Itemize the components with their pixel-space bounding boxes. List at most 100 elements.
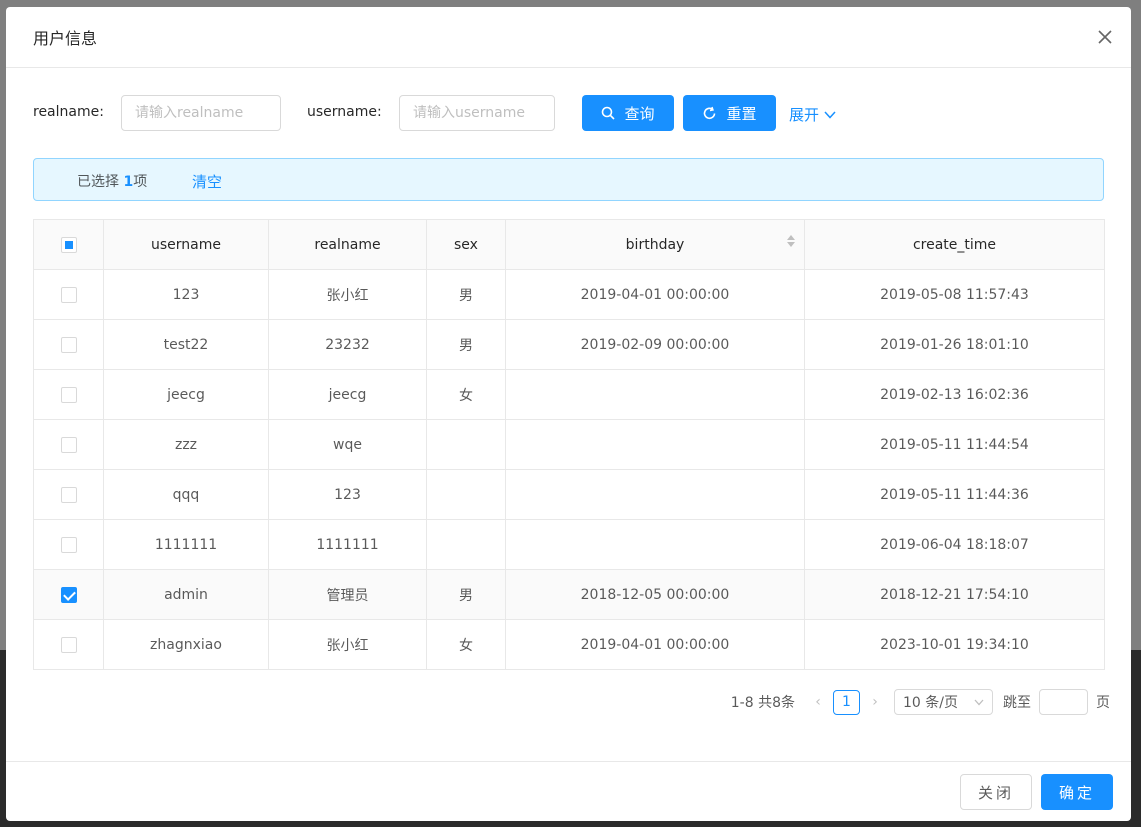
- table-row[interactable]: admin 管理员男 2018-12-05 00:00:00 2018-12-21 1…: [33, 569, 1105, 620]
- row-select-cell: [33, 619, 104, 670]
- realname-input[interactable]: [121, 95, 281, 131]
- reset-button[interactable]: 重置: [683, 95, 776, 131]
- search-form: realname: username: 查询 重置 展开: [33, 95, 1113, 131]
- modal-footer: 关闭 确定: [6, 761, 1131, 821]
- cell-birthday: 2019-04-01 00:00:00: [505, 619, 805, 670]
- cell-realname: 管理员: [268, 569, 427, 620]
- cell-birthday: 2019-04-01 00:00:00: [505, 269, 805, 320]
- cell-sex: [426, 519, 506, 570]
- row-select-cell: [33, 419, 104, 470]
- cell-realname: wqe: [268, 419, 427, 470]
- jump-page-input[interactable]: [1039, 689, 1088, 715]
- cell-create-time: 2019-05-11 11:44:36: [804, 469, 1105, 520]
- cell-create-time: 2018-12-21 17:54:10: [804, 569, 1105, 620]
- cell-birthday: [505, 419, 805, 470]
- user-info-modal: 用户信息 realname: username: 查询 重置 展开 已选择 1项…: [6, 7, 1131, 821]
- birthday-header-label: birthday: [625, 236, 685, 253]
- realname-label: realname:: [33, 104, 104, 120]
- table-row[interactable]: 123 张小红男 2019-04-01 00:00:00 2019-05-08 11:…: [33, 269, 1105, 320]
- row-checkbox[interactable]: [60, 536, 77, 553]
- sort-icon[interactable]: [787, 234, 795, 247]
- cell-realname: jeecg: [268, 369, 427, 420]
- cell-create-time: 2019-02-13 16:02:36: [804, 369, 1105, 420]
- row-checkbox[interactable]: [60, 286, 77, 303]
- table-row[interactable]: 1111111 1111111 2019-06-04 18:18:07: [33, 519, 1105, 570]
- cell-username: admin: [103, 569, 269, 620]
- cell-birthday: [505, 469, 805, 520]
- close-icon[interactable]: [1093, 25, 1117, 49]
- username-label: username:: [307, 104, 382, 120]
- row-select-cell: [33, 319, 104, 370]
- column-header-sex: sex: [426, 219, 506, 270]
- table-header-row: username realname sex birthday create_ti…: [33, 219, 1105, 270]
- cell-realname: 23232: [268, 319, 427, 370]
- table-row[interactable]: test22 23232 男 2019-02-09 00:00:00 2019-01-2…: [33, 319, 1105, 370]
- reload-icon: [704, 106, 716, 119]
- select-all-cell: [33, 219, 104, 270]
- row-checkbox[interactable]: [60, 486, 77, 503]
- cell-birthday: 2019-02-09 00:00:00: [505, 319, 805, 370]
- selection-alert: 已选择 1项 清空: [33, 158, 1104, 201]
- jump-label: 跳至: [1003, 695, 1031, 711]
- row-checkbox[interactable]: [60, 636, 77, 653]
- modal-header: 用户信息: [6, 7, 1131, 68]
- column-header-username: username: [103, 219, 269, 270]
- page-size-select[interactable]: 10 条/页: [894, 689, 993, 715]
- cell-username: qqq: [103, 469, 269, 520]
- row-select-cell: [33, 269, 104, 320]
- table-row[interactable]: qqq 123 2019-05-11 11:44:36: [33, 469, 1105, 520]
- row-select-cell: [33, 469, 104, 520]
- column-header-birthday[interactable]: birthday: [505, 219, 805, 270]
- chevron-down-icon: [824, 110, 836, 119]
- user-table: username realname sex birthday create_ti…: [33, 219, 1105, 670]
- close-button[interactable]: 关闭: [960, 774, 1032, 810]
- cell-birthday: 2018-12-05 00:00:00: [505, 569, 805, 620]
- page-suffix: 页: [1096, 695, 1110, 711]
- row-checkbox[interactable]: [60, 336, 77, 353]
- table-row[interactable]: jeecg jeecg 女 2019-02-13 16:02:36: [33, 369, 1105, 420]
- selection-count: 1: [123, 174, 134, 190]
- cell-sex: [426, 469, 506, 520]
- cell-create-time: 2019-05-11 11:44:54: [804, 419, 1105, 470]
- query-label: 查询: [624, 104, 655, 123]
- modal-title: 用户信息: [33, 29, 98, 48]
- cell-realname: 1111111: [268, 519, 427, 570]
- expand-link[interactable]: 展开: [789, 104, 836, 125]
- reset-label: 重置: [726, 104, 757, 123]
- cell-realname: 张小红: [268, 269, 427, 320]
- row-checkbox[interactable]: [60, 586, 77, 603]
- prev-page-icon[interactable]: ‹: [809, 694, 827, 710]
- row-select-cell: [33, 369, 104, 420]
- cell-sex: 男: [426, 569, 506, 620]
- table-row[interactable]: zzz wqe 2019-05-11 11:44:54: [33, 419, 1105, 470]
- pagination: 1-8 共8条 ‹ 1 › 10 条/页 跳至 页: [731, 689, 1110, 715]
- pagination-total: 1-8 共8条: [730, 695, 795, 711]
- selection-suffix: 项: [133, 174, 148, 190]
- cell-username: 123: [103, 269, 269, 320]
- expand-label: 展开: [789, 106, 820, 124]
- cell-create-time: 2019-05-08 11:57:43: [804, 269, 1105, 320]
- query-button[interactable]: 查询: [582, 95, 674, 131]
- ok-button[interactable]: 确定: [1041, 774, 1113, 810]
- cell-realname: 123: [268, 469, 427, 520]
- cell-birthday: [505, 519, 805, 570]
- username-input[interactable]: [399, 95, 555, 131]
- cell-sex: [426, 419, 506, 470]
- page-item-1[interactable]: 1: [833, 689, 860, 715]
- cell-realname: 张小红: [268, 619, 427, 670]
- row-checkbox[interactable]: [60, 436, 77, 453]
- clear-selection-link[interactable]: 清空: [192, 171, 222, 192]
- row-select-cell: [33, 519, 104, 570]
- row-checkbox[interactable]: [60, 386, 77, 403]
- cell-sex: 男: [426, 319, 506, 370]
- cell-create-time: 2023-10-01 19:34:10: [804, 619, 1105, 670]
- page-size-value: 10 条/页: [903, 695, 958, 711]
- cell-username: jeecg: [103, 369, 269, 420]
- chevron-down-icon: [974, 699, 984, 705]
- cell-username: 1111111: [103, 519, 269, 570]
- next-page-icon[interactable]: ›: [866, 694, 884, 710]
- table-row[interactable]: zhagnxiao 张小红女 2019-04-01 00:00:00 2023-10-…: [33, 619, 1105, 670]
- search-icon: [602, 106, 616, 120]
- select-all-checkbox[interactable]: [60, 236, 77, 253]
- cell-create-time: 2019-01-26 18:01:10: [804, 319, 1105, 370]
